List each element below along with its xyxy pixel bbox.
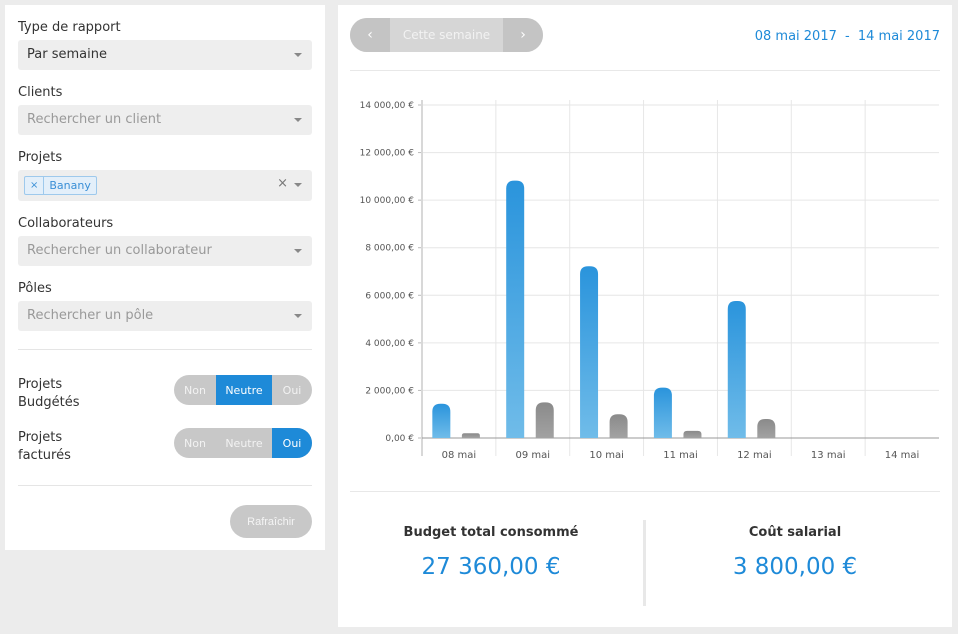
cost-summary-value: 3 800,00 € xyxy=(732,554,858,580)
cost-bar xyxy=(609,414,628,438)
y-tick-label: 2 000,00 € xyxy=(365,386,414,396)
filters-panel: Type de rapport Par semaine Clients Rech… xyxy=(5,5,325,550)
x-tick-label: 13 mai xyxy=(811,450,846,461)
invoiced-label-line2: facturés xyxy=(18,448,71,463)
budgeted-option-oui[interactable]: Oui xyxy=(272,375,312,405)
report-panel: ‹ Cette semaine › 08 mai 2017 - 14 mai 2… xyxy=(338,5,952,627)
budget-bar xyxy=(653,387,672,438)
y-tick-label: 4 000,00 € xyxy=(365,339,414,349)
budgeted-label-line1: Projets xyxy=(18,377,63,392)
x-tick-label: 10 mai xyxy=(589,450,624,461)
invoiced-label-line1: Projets xyxy=(18,430,63,445)
invoiced-option-non[interactable]: Non xyxy=(174,428,216,458)
chevron-down-icon xyxy=(294,118,302,122)
divider xyxy=(350,491,940,492)
divider xyxy=(350,70,940,71)
chevron-right-icon[interactable]: › xyxy=(503,18,543,52)
y-tick-label: 0,00 € xyxy=(385,434,414,444)
x-tick-label: 11 mai xyxy=(663,450,698,461)
x-tick-label: 08 mai xyxy=(442,450,477,461)
summary-divider xyxy=(643,520,646,606)
date-start: 08 mai 2017 xyxy=(754,29,837,44)
y-tick-label: 6 000,00 € xyxy=(365,291,414,301)
clients-label: Clients xyxy=(18,85,63,100)
date-end: 14 mai 2017 xyxy=(857,29,940,44)
chevron-down-icon xyxy=(294,183,302,187)
budgeted-label: Projets Budgétés xyxy=(18,376,80,412)
cost-bar xyxy=(535,402,554,438)
project-tag-label: Banany xyxy=(49,179,91,192)
poles-select[interactable]: Rechercher un pôle xyxy=(18,301,312,331)
chevron-down-icon xyxy=(294,314,302,318)
y-tick-label: 8 000,00 € xyxy=(365,244,414,254)
chevron-left-icon[interactable]: ‹ xyxy=(350,18,390,52)
poles-placeholder: Rechercher un pôle xyxy=(27,308,154,323)
x-tick-label: 14 mai xyxy=(885,450,920,461)
y-tick-label: 14 000,00 € xyxy=(360,101,415,111)
chevron-down-icon xyxy=(294,249,302,253)
y-tick-label: 10 000,00 € xyxy=(360,196,415,206)
budget-bar xyxy=(506,180,525,438)
budgeted-label-line2: Budgétés xyxy=(18,395,80,410)
collaborators-label: Collaborateurs xyxy=(18,216,114,231)
bar-chart: 0,00 € 2 000,00 € 4 000,00 € 6 000,00 € 8 00… xyxy=(360,100,939,461)
report-type-label: Type de rapport xyxy=(18,20,121,35)
cost-summary-title: Coût salarial xyxy=(748,525,842,540)
report-type-select[interactable]: Par semaine xyxy=(18,40,312,70)
date-range: 08 mai 2017 - 14 mai 2017 xyxy=(755,29,940,44)
refresh-button[interactable]: Rafraîchir xyxy=(230,505,312,538)
clients-select[interactable]: Rechercher un client xyxy=(18,105,312,135)
cost-bar xyxy=(757,418,776,438)
invoiced-option-neutre[interactable]: Neutre xyxy=(216,428,272,458)
budgeted-option-non[interactable]: Non xyxy=(174,375,216,405)
clear-icon[interactable]: × xyxy=(277,176,288,191)
y-tick-label: 12 000,00 € xyxy=(360,149,415,159)
report-type-value: Par semaine xyxy=(27,47,107,62)
divider xyxy=(18,349,312,350)
projects-select[interactable]: × Banany × xyxy=(18,170,312,201)
cost-summary: Coût salarial 3 800,00 € xyxy=(650,525,940,580)
current-week-button[interactable]: Cette semaine xyxy=(390,18,503,52)
budget-bar xyxy=(727,300,746,438)
date-separator: - xyxy=(845,29,850,44)
x-tick-label: 12 mai xyxy=(737,450,772,461)
project-tag: × Banany xyxy=(24,176,97,195)
budget-bar xyxy=(580,266,599,438)
invoiced-toggle[interactable]: Non Neutre Oui xyxy=(174,428,312,458)
invoiced-option-oui[interactable]: Oui xyxy=(272,428,312,458)
budgeted-toggle[interactable]: Non Neutre Oui xyxy=(174,375,312,405)
clients-placeholder: Rechercher un client xyxy=(27,112,162,127)
budget-summary-title: Budget total consommé xyxy=(403,525,579,540)
budget-bar xyxy=(432,403,451,438)
projects-label: Projets xyxy=(18,150,63,165)
poles-label: Pôles xyxy=(18,281,52,296)
remove-tag-icon[interactable]: × xyxy=(25,177,45,194)
budget-summary-value: 27 360,00 € xyxy=(421,554,561,580)
invoiced-label: Projets facturés xyxy=(18,429,71,465)
chevron-down-icon xyxy=(294,53,302,57)
period-navigator: ‹ Cette semaine › xyxy=(350,18,543,52)
cost-bar xyxy=(461,433,480,438)
cost-bar xyxy=(683,430,702,438)
collaborators-select[interactable]: Rechercher un collaborateur xyxy=(18,236,312,266)
collaborators-placeholder: Rechercher un collaborateur xyxy=(27,243,212,258)
budgeted-option-neutre[interactable]: Neutre xyxy=(216,375,272,405)
divider xyxy=(18,485,312,486)
budget-summary: Budget total consommé 27 360,00 € xyxy=(346,525,636,580)
x-tick-label: 09 mai xyxy=(516,450,551,461)
